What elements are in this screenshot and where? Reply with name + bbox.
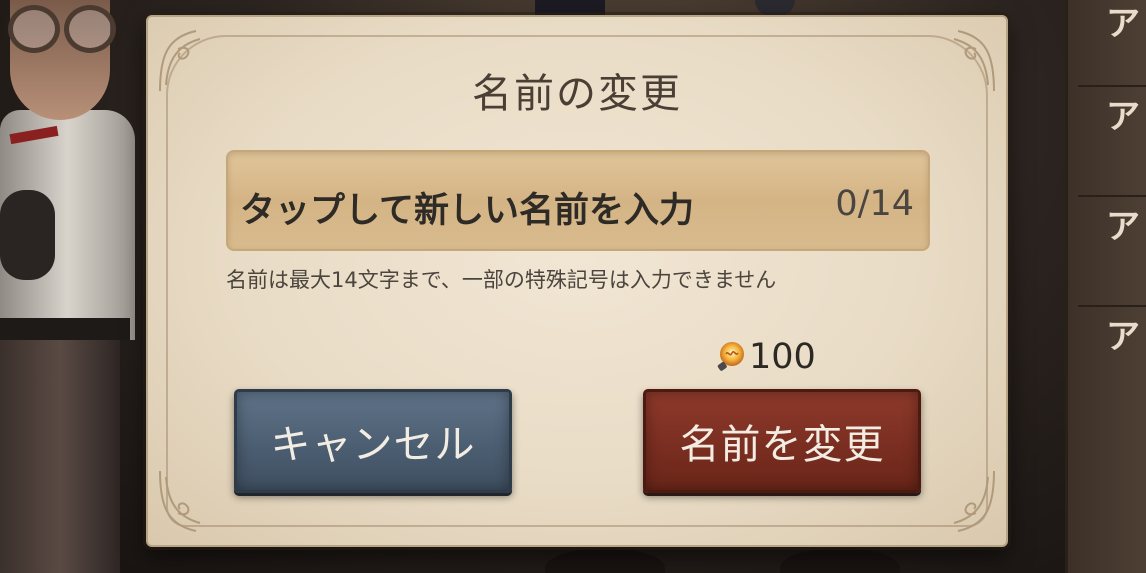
- side-tab[interactable]: ア: [1078, 305, 1146, 405]
- background-stool: [780, 548, 900, 573]
- side-tab[interactable]: ア: [1078, 85, 1146, 185]
- lightbulb-icon: [717, 342, 744, 371]
- character-belt: [0, 318, 130, 340]
- cancel-button[interactable]: キャンセル: [234, 389, 512, 493]
- game-screen: ア ア ア ア 名前の変更 タップして新しい名前を入力 0/14 名前は最大14…: [0, 0, 1146, 573]
- name-rules-hint: 名前は最大14文字まで、一部の特殊記号は入力できません: [226, 268, 777, 292]
- character-arm: [0, 190, 55, 280]
- rename-cost: 100: [713, 337, 816, 377]
- name-input-placeholder: タップして新しい名前を入力: [240, 191, 694, 231]
- character-glasses: [8, 5, 118, 53]
- background-ornament: [755, 0, 795, 16]
- name-input-field[interactable]: タップして新しい名前を入力 0/14: [226, 150, 930, 251]
- character-pants: [0, 340, 120, 573]
- cancel-button-label: キャンセル: [270, 422, 476, 468]
- side-tab[interactable]: ア: [1078, 0, 1146, 92]
- dialog-title: 名前の変更: [472, 71, 682, 117]
- side-tab[interactable]: ア: [1078, 195, 1146, 295]
- character-counter: 0/14: [835, 184, 914, 224]
- corner-ornament-icon: [159, 470, 201, 532]
- cost-value: 100: [749, 337, 816, 377]
- background-figure: [535, 0, 605, 16]
- rename-dialog: 名前の変更 タップして新しい名前を入力 0/14 名前は最大14文字まで、一部の…: [146, 15, 1008, 547]
- change-name-button-label: 名前を変更: [679, 422, 885, 468]
- background-stool: [545, 548, 665, 573]
- side-tab-panel: ア ア ア ア: [1065, 0, 1146, 573]
- change-name-button[interactable]: 名前を変更: [643, 389, 921, 493]
- background-character: [0, 0, 150, 573]
- corner-ornament-icon: [953, 470, 995, 532]
